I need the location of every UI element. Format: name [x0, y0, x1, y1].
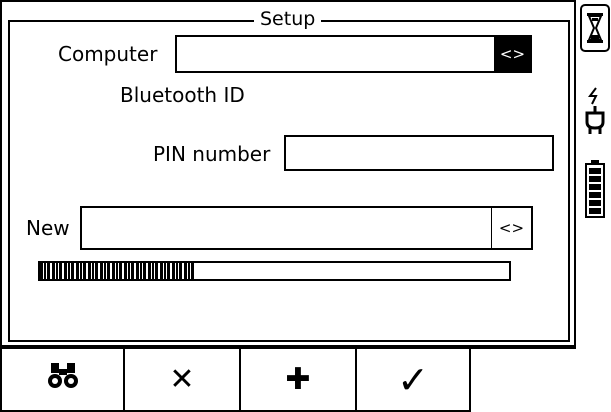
empty-softkey: [469, 347, 576, 412]
bluetooth-id-label: Bluetooth ID: [120, 83, 245, 107]
computer-label: Computer: [58, 42, 158, 66]
plus-icon: ✚: [285, 362, 311, 397]
pin-number-input[interactable]: [284, 135, 554, 171]
pin-number-label: PIN number: [153, 142, 271, 166]
computer-field[interactable]: <>: [175, 35, 532, 73]
battery-icon: [580, 158, 610, 220]
computer-select-button[interactable]: <>: [494, 37, 530, 71]
power-plug-icon: [580, 84, 610, 136]
new-select-button[interactable]: <>: [491, 208, 531, 248]
confirm-softkey[interactable]: ✓: [355, 347, 471, 412]
search-softkey[interactable]: [0, 347, 125, 412]
check-icon: ✓: [397, 357, 429, 402]
cancel-softkey[interactable]: ✕: [123, 347, 241, 412]
new-device-field[interactable]: <>: [80, 206, 533, 250]
progress-fill: [40, 263, 195, 279]
hourglass-icon: [580, 4, 610, 52]
new-label: New: [26, 216, 70, 240]
progress-bar: [38, 261, 511, 281]
binoculars-icon: [47, 362, 79, 397]
window-title: Setup: [254, 9, 322, 29]
close-icon: ✕: [169, 362, 195, 397]
add-softkey[interactable]: ✚: [239, 347, 357, 412]
